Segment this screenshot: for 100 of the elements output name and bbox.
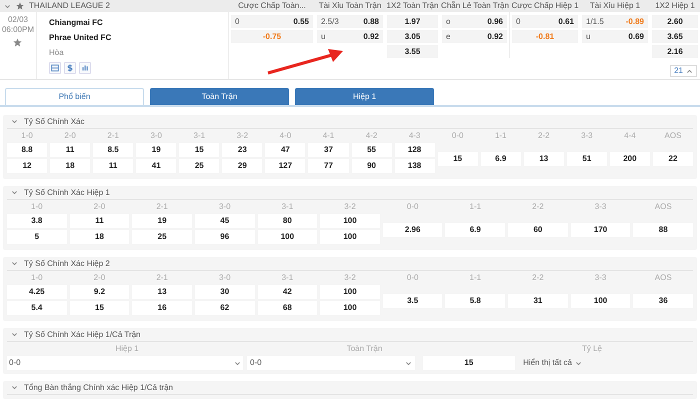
odds-cell[interactable]: 15 [438,152,478,166]
odds-cell[interactable]: 5.8 [445,294,506,308]
odds-cell[interactable]: 15 [70,301,130,315]
odds-cell[interactable]: e 0.92 [442,30,507,43]
odds-cell[interactable]: 200 [610,152,650,166]
odds-cell[interactable]: 45 [194,214,255,228]
dollar-icon[interactable] [64,62,76,74]
odds-cell[interactable]: 37 [308,143,348,157]
odds-cell[interactable]: 100 [320,285,380,299]
odds-cell[interactable]: 5 [7,230,67,244]
odds-cell[interactable]: 9.2 [70,285,130,299]
odds-cell[interactable]: 100 [320,230,380,244]
score-label: 4-1 [322,130,336,142]
table-icon[interactable] [48,62,61,74]
odds-cell[interactable]: 15 [422,356,516,370]
odds-cell[interactable]: 18 [50,159,90,173]
odds-cell[interactable]: 80 [258,214,318,228]
odds-cell[interactable]: 15 [179,143,220,157]
odds-cell[interactable]: 19 [132,214,192,228]
odds-cell[interactable]: 11 [50,143,90,157]
odds-cell[interactable]: 47 [265,143,306,157]
odds-cell[interactable]: 3.8 [7,214,67,228]
odds-cell[interactable]: 100 [320,214,380,228]
odds-cell[interactable]: 77 [308,159,348,173]
odds-cell[interactable]: 5.4 [7,301,67,315]
caret-icon[interactable] [234,360,241,366]
odds-cell[interactable]: 22 [652,152,693,166]
caret-icon[interactable] [686,68,693,74]
odds-cell[interactable]: 11 [70,214,130,228]
odds-cell[interactable]: 36 [633,294,694,308]
star-icon[interactable] [16,2,24,10]
odds-cell[interactable]: 6.9 [445,223,506,237]
odds-cell[interactable]: 90 [352,159,392,173]
odds-cell[interactable]: 88 [633,223,694,237]
odds-value: 2.60 [667,16,683,28]
odds-cell[interactable]: 23 [222,143,262,157]
odds-cell[interactable]: 1/1.5 -0.89 [582,15,648,28]
collapse-chevron-icon[interactable] [3,2,11,10]
show-all-dropdown[interactable]: Hiển thị tất cả [519,356,582,370]
odds-cell[interactable]: 138 [394,159,435,173]
odds-cell[interactable]: 12 [7,159,48,173]
odds-cell[interactable]: 1.97 [387,15,438,28]
odds-cell[interactable]: 55 [352,143,392,157]
odds-cell[interactable]: 18 [70,230,130,244]
odds-cell[interactable]: u 0.69 [582,30,648,43]
odds-cell[interactable]: 128 [394,143,435,157]
odds-cell[interactable]: 3.05 [387,30,438,43]
odds-cell[interactable]: 96 [194,230,255,244]
score-label: AOS [664,130,682,142]
caret-icon[interactable] [575,360,582,366]
odds-cell[interactable]: 8.5 [93,143,134,157]
tab[interactable]: Hiệp 1 [295,88,434,105]
odds-cell[interactable]: o 0.96 [442,15,507,28]
bar-chart-icon[interactable] [78,62,91,74]
odds-cell[interactable]: 2.60 [652,15,698,28]
dropdown[interactable]: 0-0 [7,356,243,370]
tab[interactable]: Toàn Trận [150,88,289,105]
tab[interactable]: Phổ biến [5,88,144,105]
odds-cell[interactable]: 13 [132,285,192,299]
odds-cell[interactable]: 100 [570,294,630,308]
odds-cell[interactable]: 42 [258,285,318,299]
odds-cell[interactable]: u 0.92 [317,30,383,43]
odds-cell[interactable]: 0 0.55 [231,15,313,28]
odds-cell[interactable]: 3.55 [387,45,438,58]
collapse-chevron-icon[interactable] [10,118,18,126]
odds-cell[interactable]: 19 [136,143,176,157]
odds-cell[interactable]: 29 [222,159,262,173]
odds-cell[interactable]: 11 [93,159,134,173]
odds-cell[interactable]: 51 [566,152,607,166]
odds-cell[interactable]: 16 [132,301,192,315]
odds-cell[interactable]: 6.9 [480,152,521,166]
odds-cell[interactable]: 30 [194,285,255,299]
odds-cell[interactable]: 3.65 [652,30,698,43]
odds-cell[interactable]: 60 [508,223,568,237]
odds-cell[interactable]: 31 [508,294,568,308]
odds-cell[interactable]: 8.8 [7,143,48,157]
odds-cell[interactable]: 3.5 [382,294,442,308]
odds-cell[interactable]: 2.16 [652,45,698,58]
odds-cell[interactable]: 170 [570,223,630,237]
odds-cell[interactable]: 62 [194,301,255,315]
odds-cell[interactable]: 13 [524,152,564,166]
odds-cell[interactable]: 25 [132,230,192,244]
caret-icon[interactable] [404,360,412,366]
collapse-chevron-icon[interactable] [10,384,18,392]
odds-cell[interactable]: 100 [320,301,380,315]
odds-cell[interactable]: 2.96 [382,223,442,237]
collapse-chevron-icon[interactable] [10,260,18,268]
dropdown[interactable]: 0-0 [247,356,415,370]
odds-cell[interactable]: 2.5/3 0.88 [317,15,383,28]
star-icon[interactable] [13,38,22,47]
odds-cell[interactable]: 100 [258,230,318,244]
collapse-chevron-icon[interactable] [10,330,18,338]
odds-cell[interactable]: 4.25 [7,285,67,299]
more-markets-button[interactable]: 21 [670,65,697,77]
odds-cell[interactable]: 68 [258,301,318,315]
odds-cell[interactable]: 41 [136,159,176,173]
odds-cell[interactable]: 0 0.61 [512,15,578,28]
odds-cell[interactable]: 25 [179,159,220,173]
odds-cell[interactable]: 127 [265,159,306,173]
collapse-chevron-icon[interactable] [10,188,18,196]
